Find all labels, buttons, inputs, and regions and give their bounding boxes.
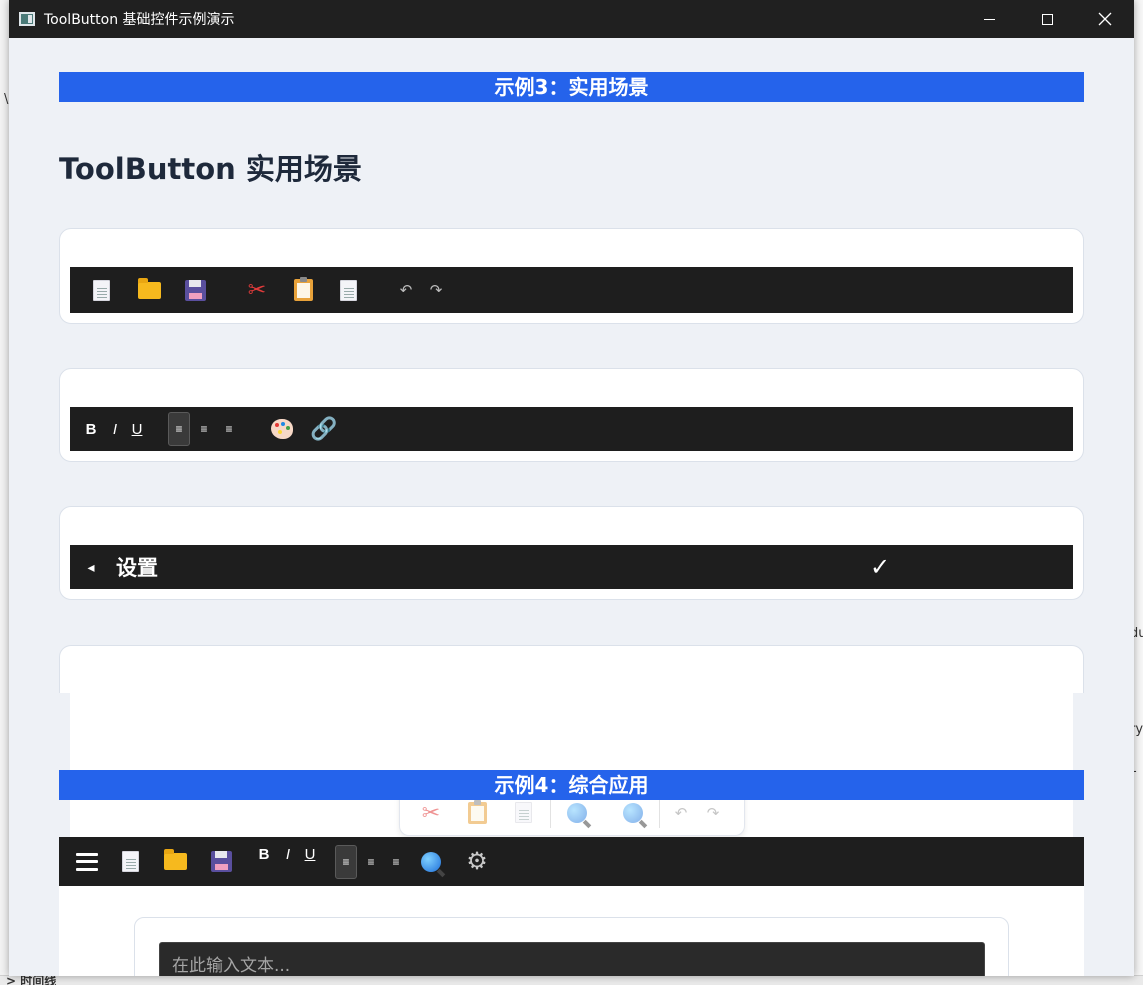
close-button[interactable] [1076,0,1134,38]
main-open-button[interactable] [163,845,187,879]
align-right-button[interactable]: ≡ [218,412,240,446]
save-icon [184,279,206,301]
main-search-button[interactable] [419,845,443,879]
back-arrow-icon: ◂ [87,558,95,575]
format-toolbar-card: B I U ≡ ≡ ≡ 🔗 [59,368,1084,462]
save-button[interactable] [183,273,207,307]
maximize-button[interactable] [1018,0,1076,38]
page-title: ToolButton 实用场景 [59,152,362,186]
confirm-button[interactable]: ✓ [868,550,892,584]
copy-button[interactable] [337,273,359,307]
float-copy-button[interactable] [512,796,534,830]
desktop-background-bottom: > 时间线 [0,974,1143,985]
main-bold-button[interactable]: B [257,837,271,871]
search-icon [421,851,441,872]
maximize-icon [1041,13,1053,25]
gear-icon: ⚙ [466,848,488,875]
toolbar-separator [550,797,551,828]
main-align-left-button[interactable]: ≡ [335,844,357,879]
link-button[interactable]: 🔗 [310,412,338,446]
main-toolbar: B I U ≡ ≡ ≡ ⚙ [59,837,1084,886]
copy-icon [514,802,532,823]
float-undo-button[interactable]: ↶ [672,796,690,830]
cut-icon: ✂ [247,277,267,302]
cut-button[interactable]: ✂ [245,273,269,307]
main-save-button[interactable] [209,845,233,879]
palette-icon [271,419,293,439]
editor-card: 在此输入文本... [134,917,1009,976]
float-redo-button[interactable]: ↷ [704,796,722,830]
app-icon [19,12,35,26]
redo-button[interactable]: ↷ [426,273,446,307]
window-controls [960,0,1134,38]
color-button[interactable] [270,412,294,446]
menu-button[interactable] [75,845,99,879]
minimize-icon [983,18,995,20]
paste-button[interactable] [291,273,315,307]
settings-title: 设置 [116,556,158,580]
close-icon [1098,12,1112,26]
new-file-icon [121,851,139,872]
section-banner: 示例3：实用场景 [59,72,1084,102]
undo-icon: ↶ [399,282,413,299]
desktop-background-left: \ [0,0,9,985]
float-cut-button[interactable]: ✂ [420,796,442,830]
file-toolbar: ✂ ↶ ↷ [70,267,1073,313]
cut-icon: ✂ [421,799,441,825]
main-underline-button[interactable]: U [303,837,317,871]
redo-icon: ↷ [429,282,443,299]
open-folder-icon [137,277,161,299]
minimize-button[interactable] [960,0,1018,38]
new-file-button[interactable] [90,273,112,307]
menu-icon [76,852,98,871]
settings-nav-bar: ◂ 设置 ✓ [70,545,1073,589]
save-icon [210,851,232,872]
zoom-in-button[interactable] [565,796,589,830]
settings-bar-card: ◂ 设置 ✓ [59,506,1084,600]
undo-icon: ↶ [674,804,688,822]
main-italic-button[interactable]: I [283,837,293,871]
italic-button[interactable]: I [110,412,120,446]
open-folder-icon [163,849,187,870]
underline-button[interactable]: U [130,412,144,446]
link-icon: 🔗 [310,416,338,441]
zoom-out-button[interactable] [621,796,645,830]
file-toolbar-card: ✂ ↶ ↷ [59,228,1084,324]
toolbar-separator [659,797,660,828]
editor-text-input[interactable]: 在此输入文本... [159,942,985,976]
check-icon: ✓ [869,553,891,581]
paste-icon [467,799,487,824]
paste-icon [293,277,313,301]
open-button[interactable] [137,273,161,307]
align-left-button[interactable]: ≡ [168,412,190,446]
floating-toolbar-card [59,645,1084,693]
main-align-center-button[interactable]: ≡ [360,845,382,879]
main-new-file-button[interactable] [119,845,141,879]
section-banner: 示例4：综合应用 [59,770,1084,800]
zoom-out-icon [623,802,643,823]
background-fragment: \ [4,92,9,107]
main-align-right-button[interactable]: ≡ [385,845,407,879]
bold-button[interactable]: B [84,412,98,446]
scroll-content: 示例3：实用场景 ToolButton 实用场景 ✂ ↶ ↷ B I U ≡ ≡… [9,38,1134,976]
undo-button[interactable]: ↶ [396,273,416,307]
redo-icon: ↷ [706,804,720,822]
desktop-background-right: du ry - [1130,0,1143,985]
zoom-in-icon [567,802,587,823]
new-file-icon [92,279,110,301]
app-window: ToolButton 基础控件示例演示 示例3：实用场景 ToolButton … [9,0,1134,976]
format-toolbar: B I U ≡ ≡ ≡ 🔗 [70,407,1073,451]
window-title: ToolButton 基础控件示例演示 [44,12,235,28]
align-center-button[interactable]: ≡ [193,412,215,446]
back-button[interactable]: ◂ [82,550,100,584]
copy-icon [339,279,357,301]
title-bar[interactable]: ToolButton 基础控件示例演示 [9,0,1134,38]
settings-button[interactable]: ⚙ [465,845,489,879]
float-paste-button[interactable] [466,796,488,830]
